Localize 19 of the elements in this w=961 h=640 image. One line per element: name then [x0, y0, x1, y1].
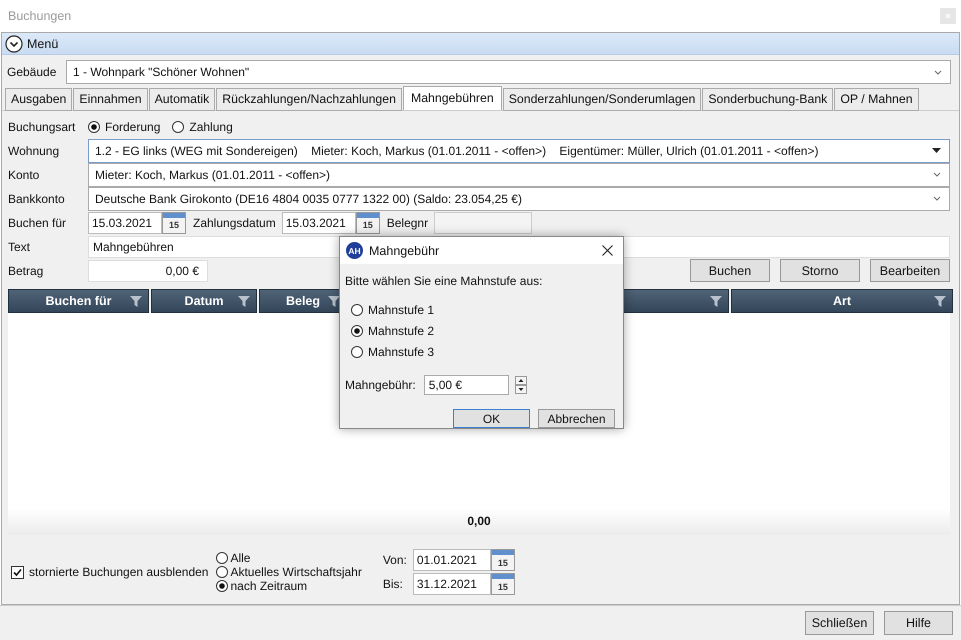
field-label: Von: — [382, 553, 408, 567]
field-label: Buchungsart — [8, 120, 76, 134]
field-label: Zahlungsdatum — [193, 216, 276, 230]
dialog-prompt: Bitte wählen Sie eine Mahnstufe aus: — [345, 274, 544, 288]
field-label: Betrag — [8, 264, 44, 278]
field-label: Buchen für — [8, 216, 68, 230]
app-logo: AH — [346, 242, 363, 259]
dialog-title: Mahngebühr — [369, 244, 440, 258]
field-label: Text — [8, 240, 32, 254]
window-title: Buchungen — [8, 9, 72, 23]
total-value: 0,00 — [467, 514, 491, 528]
field-label: Belegnr — [386, 216, 428, 230]
field-label: Konto — [8, 168, 40, 182]
field-label: Mahngebühr: — [345, 378, 416, 392]
field-label: Gebäude — [7, 65, 58, 79]
field-label: Wohnung — [8, 144, 60, 158]
field-label: Bis: — [382, 577, 404, 591]
field-label: Bankkonto — [8, 192, 66, 206]
menu-label: Menü — [27, 36, 58, 50]
